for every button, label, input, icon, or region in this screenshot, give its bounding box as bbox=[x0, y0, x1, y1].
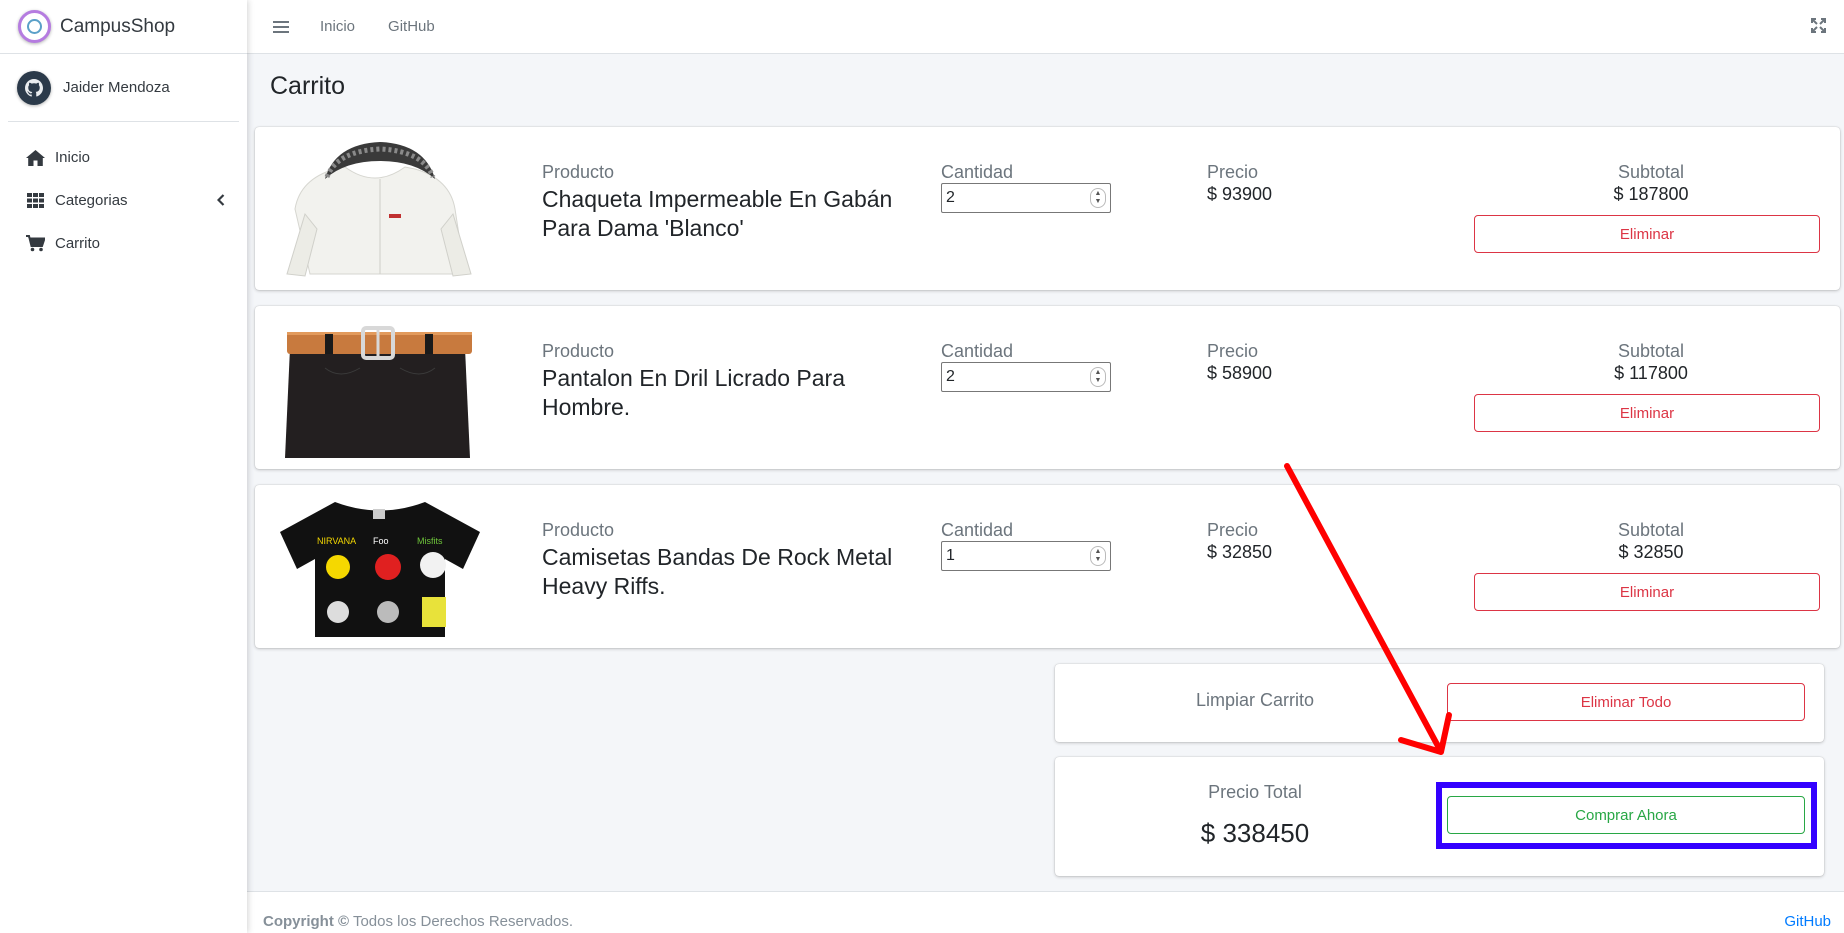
price-label: Precio bbox=[1207, 341, 1259, 361]
sidebar-item-inicio[interactable]: Inicio bbox=[0, 136, 247, 179]
product-image-jacket[interactable] bbox=[265, 139, 495, 279]
subtotal-label: Subtotal bbox=[1617, 341, 1685, 361]
copyright-rest: Todos los Derechos Reservados. bbox=[349, 913, 574, 930]
sidebar-item-carrito[interactable]: Carrito bbox=[0, 222, 247, 265]
total-price-value: $ 338450 bbox=[1200, 818, 1310, 848]
quantity-value: 1 bbox=[946, 547, 955, 564]
price-value: $ 32850 bbox=[1207, 542, 1273, 562]
sidebar-item-categorias[interactable]: Categorias bbox=[0, 179, 247, 222]
fullscreen-icon[interactable] bbox=[1811, 18, 1826, 38]
subtotal-value: $ 187800 bbox=[1613, 184, 1689, 204]
sidebar-item-label: Inicio bbox=[55, 149, 91, 166]
price-label: Precio bbox=[1207, 520, 1259, 540]
subtotal-value: $ 32850 bbox=[1618, 542, 1684, 562]
quantity-label: Cantidad bbox=[941, 341, 1014, 361]
chevron-left-icon bbox=[216, 193, 225, 210]
grid-icon bbox=[24, 190, 46, 212]
stepper-arrows-icon[interactable]: ▲ ▼ bbox=[1090, 188, 1106, 208]
cart-item: NIRVANA Foo Misfits Producto Camisetas B… bbox=[255, 485, 1840, 648]
stepper-arrows-icon[interactable]: ▲ ▼ bbox=[1090, 367, 1106, 387]
copyright-bold: Copyright © bbox=[263, 913, 350, 930]
delete-item-button[interactable]: Eliminar bbox=[1474, 215, 1820, 253]
product-image-pants[interactable] bbox=[265, 318, 495, 458]
user-name: Jaider Mendoza bbox=[63, 79, 170, 96]
quantity-value: 2 bbox=[946, 189, 955, 206]
clear-cart-label: Limpiar Carrito bbox=[1195, 690, 1315, 710]
svg-text:NIRVANA: NIRVANA bbox=[317, 536, 356, 546]
cart-item: Producto Pantalon En Dril Licrado Para H… bbox=[255, 306, 1840, 469]
home-icon bbox=[24, 147, 46, 169]
delete-all-button[interactable]: Eliminar Todo bbox=[1447, 683, 1805, 721]
user-panel[interactable]: Jaider Mendoza bbox=[8, 54, 239, 122]
github-avatar-icon bbox=[17, 70, 51, 105]
page-title: Carrito bbox=[270, 72, 346, 100]
subtotal-value: $ 117800 bbox=[1614, 363, 1688, 383]
svg-text:Foo: Foo bbox=[373, 536, 389, 546]
brand-name: CampusShop bbox=[60, 15, 176, 37]
top-navbar: Inicio GitHub bbox=[247, 0, 1844, 54]
price-value: $ 93900 bbox=[1207, 184, 1273, 204]
subtotal-label: Subtotal bbox=[1617, 162, 1685, 182]
cart-item: Producto Chaqueta Impermeable En Gabán P… bbox=[255, 127, 1840, 290]
quantity-input[interactable]: 2 ▲ ▼ bbox=[941, 362, 1111, 392]
subtotal-label: Subtotal bbox=[1617, 520, 1685, 540]
clear-cart-card: Limpiar Carrito Eliminar Todo bbox=[1055, 664, 1824, 742]
delete-item-button[interactable]: Eliminar bbox=[1474, 573, 1820, 611]
product-name: Camisetas Bandas De Rock Metal Heavy Rif… bbox=[542, 544, 893, 599]
quantity-label: Cantidad bbox=[941, 520, 1014, 540]
product-label: Producto bbox=[542, 341, 615, 361]
menu-icon[interactable] bbox=[271, 17, 291, 37]
product-name: Chaqueta Impermeable En Gabán Para Dama … bbox=[542, 186, 893, 241]
delete-item-button[interactable]: Eliminar bbox=[1474, 394, 1820, 432]
quantity-input[interactable]: 1 ▲ ▼ bbox=[941, 541, 1111, 571]
product-image-tshirt[interactable]: NIRVANA Foo Misfits bbox=[265, 497, 495, 637]
product-name: Pantalon En Dril Licrado Para Hombre. bbox=[542, 365, 845, 420]
svg-text:Misfits: Misfits bbox=[417, 536, 443, 546]
price-value: $ 58900 bbox=[1207, 363, 1273, 383]
product-label: Producto bbox=[542, 520, 615, 540]
buy-now-button[interactable]: Comprar Ahora bbox=[1447, 796, 1805, 834]
stepper-arrows-icon[interactable]: ▲ ▼ bbox=[1090, 546, 1106, 566]
footer-github-link[interactable]: GitHub bbox=[1784, 913, 1831, 930]
nav-link-github[interactable]: GitHub bbox=[388, 18, 435, 35]
quantity-input[interactable]: 2 ▲ ▼ bbox=[941, 183, 1111, 213]
total-price-label: Precio Total bbox=[1208, 782, 1302, 802]
sidebar-item-label: Categorias bbox=[55, 192, 128, 209]
sidebar-item-label: Carrito bbox=[55, 235, 101, 252]
nav-link-inicio[interactable]: Inicio bbox=[320, 18, 355, 35]
price-label: Precio bbox=[1207, 162, 1259, 182]
sidebar: CampusShop Jaider Mendoza Inicio Categor… bbox=[0, 0, 247, 933]
cart-icon bbox=[24, 233, 46, 255]
footer: Copyright © Todos los Derechos Reservado… bbox=[247, 891, 1844, 933]
brand-logo-icon bbox=[18, 10, 51, 43]
brand-link[interactable]: CampusShop bbox=[0, 0, 247, 54]
sidebar-nav: Inicio Categorias Carrito bbox=[0, 122, 247, 265]
product-label: Producto bbox=[542, 162, 615, 182]
total-card: Precio Total $ 338450 Comprar Ahora bbox=[1055, 757, 1824, 876]
quantity-value: 2 bbox=[946, 368, 955, 385]
copyright-text: Copyright © Todos los Derechos Reservado… bbox=[263, 913, 573, 930]
quantity-label: Cantidad bbox=[941, 162, 1014, 182]
